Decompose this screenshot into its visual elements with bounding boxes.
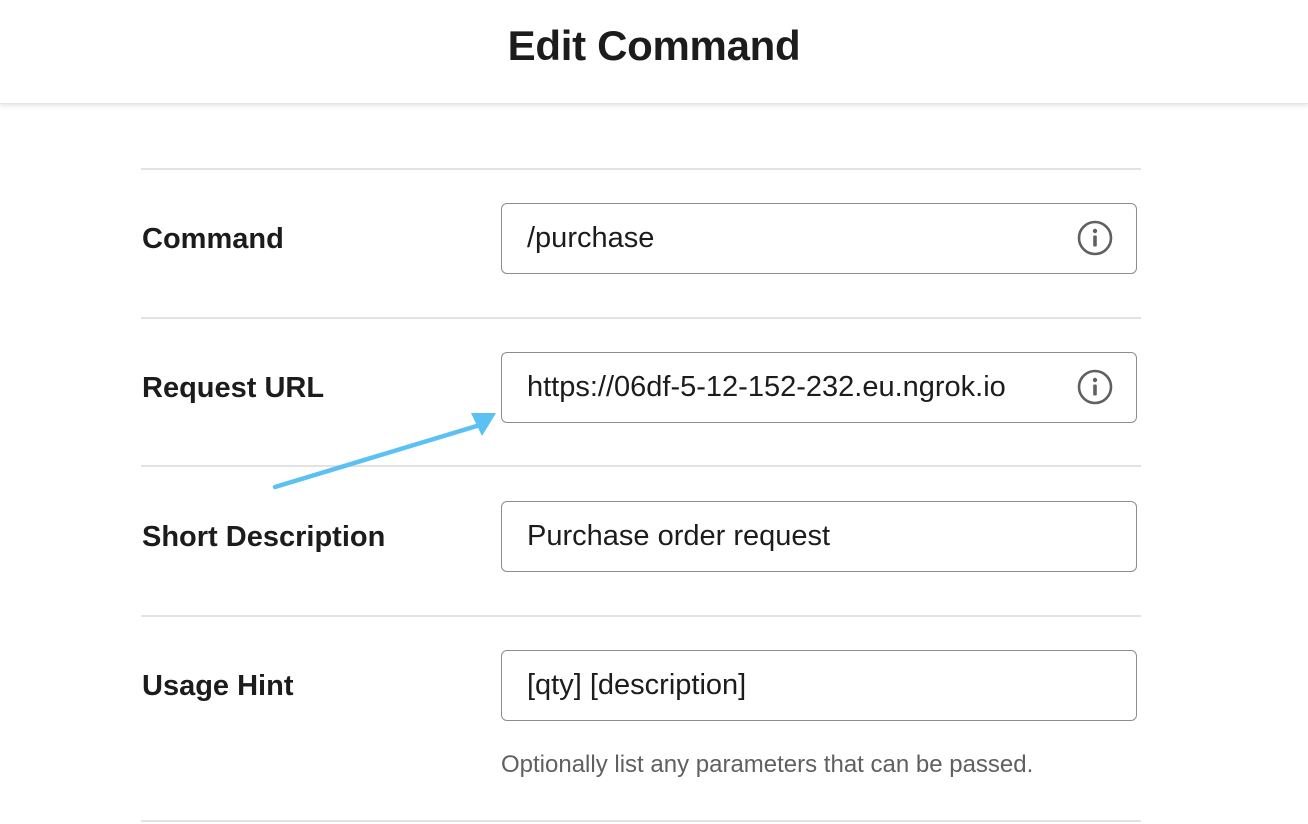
short-description-field[interactable]: Purchase order request	[501, 501, 1137, 572]
command-field[interactable]: /purchase	[501, 203, 1137, 274]
request-url-field[interactable]: https://06df-5-12-152-232.eu.ngrok.io	[501, 352, 1137, 423]
request-url-input[interactable]: https://06df-5-12-152-232.eu.ngrok.io	[527, 353, 1046, 422]
form-divider	[141, 820, 1141, 822]
form-divider	[141, 317, 1141, 319]
short-description-input[interactable]: Purchase order request	[527, 502, 1111, 571]
form-divider	[141, 615, 1141, 617]
usage-hint-help-text: Optionally list any parameters that can …	[501, 751, 1034, 778]
annotation-arrow	[272, 413, 496, 490]
page-title: Edit Command	[507, 22, 801, 69]
command-input[interactable]: /purchase	[527, 204, 1046, 273]
command-label: Command	[142, 223, 284, 255]
short-description-label: Short Description	[142, 521, 386, 553]
info-icon[interactable]	[1077, 220, 1113, 256]
form-divider	[141, 168, 1141, 170]
usage-hint-input[interactable]: [qty] [description]	[527, 651, 1111, 720]
info-icon[interactable]	[1077, 369, 1113, 405]
usage-hint-label: Usage Hint	[142, 670, 294, 702]
modal-header: Edit Command	[0, 0, 1308, 104]
usage-hint-field[interactable]: [qty] [description]	[501, 650, 1137, 721]
